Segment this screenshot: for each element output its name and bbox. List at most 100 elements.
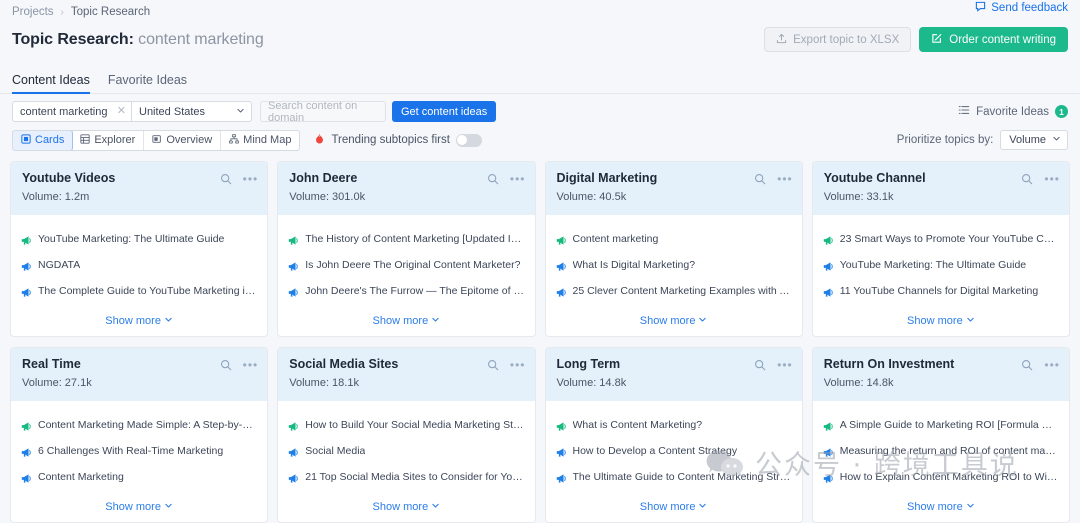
topic-card-5[interactable]: Social Media Sites Volume: 18.1k ••• How… (277, 347, 536, 523)
topic-idea-item[interactable]: What is Content Marketing? (556, 419, 792, 437)
topic-idea-item[interactable]: YouTube Marketing: The Ultimate Guide (823, 259, 1059, 277)
topic-idea-text: 23 Smart Ways to Promote Your YouTube Ch… (839, 233, 1059, 245)
breadcrumb-separator: › (60, 6, 64, 18)
topic-card-volume: Volume: 1.2m (22, 191, 90, 203)
more-options-icon[interactable]: ••• (510, 359, 526, 371)
topic-idea-item[interactable]: 6 Challenges With Real-Time Marketing (21, 445, 257, 463)
topic-card-body: What is Content Marketing? How to Develop… (546, 401, 802, 522)
topic-card-3[interactable]: Youtube Channel Volume: 33.1k ••• 23 Sma… (811, 161, 1070, 337)
clear-keyword-icon[interactable]: ✕ (117, 106, 126, 117)
topic-card-0[interactable]: Youtube Videos Volume: 1.2m ••• YouTube … (10, 161, 269, 337)
megaphone-icon (823, 236, 833, 245)
more-options-icon[interactable]: ••• (243, 359, 259, 371)
topic-card-1[interactable]: John Deere Volume: 301.0k ••• The Histor… (277, 161, 536, 337)
keyword-input[interactable]: content marketing ✕ (12, 101, 132, 122)
filter-bar: content marketing ✕ United States Search… (0, 94, 1080, 124)
show-more-button[interactable]: Show more (21, 501, 257, 522)
explorer-icon (80, 133, 90, 147)
list-icon (958, 104, 970, 119)
search-icon[interactable] (487, 359, 499, 371)
show-more-button[interactable]: Show more (556, 315, 792, 336)
megaphone-icon (21, 474, 31, 483)
prioritize-select[interactable]: Volume (1000, 130, 1068, 150)
topic-card-header: Youtube Videos Volume: 1.2m ••• (11, 162, 268, 215)
send-feedback-link[interactable]: Send feedback (975, 1, 1068, 15)
topic-card-tools: ••• (1021, 359, 1060, 371)
topic-idea-item[interactable]: The Ultimate Guide to Content Marketing … (556, 471, 792, 489)
more-options-icon[interactable]: ••• (777, 359, 793, 371)
megaphone-icon (823, 262, 833, 271)
view-mode-mind-map[interactable]: Mind Map (221, 131, 299, 150)
topic-idea-item[interactable]: A Simple Guide to Marketing ROI [Formula… (823, 419, 1059, 437)
topic-idea-item[interactable]: Measuring the return and ROI of content … (823, 445, 1059, 463)
more-options-icon[interactable]: ••• (1044, 173, 1060, 185)
search-icon[interactable] (487, 173, 499, 185)
show-more-label: Show more (372, 501, 429, 513)
order-content-writing-button[interactable]: Order content writing (919, 27, 1068, 52)
megaphone-icon (288, 445, 299, 463)
trending-subtopics-toggle[interactable] (455, 133, 482, 147)
domain-search-input[interactable]: Search content on domain (260, 100, 386, 124)
show-more-button[interactable]: Show more (288, 315, 524, 336)
more-options-icon[interactable]: ••• (243, 173, 259, 185)
tab-favorite-ideas[interactable]: Favorite Ideas (108, 73, 187, 93)
more-options-icon[interactable]: ••• (777, 173, 793, 185)
show-more-button[interactable]: Show more (823, 501, 1059, 522)
topic-idea-item[interactable]: The History of Content Marketing [Update… (288, 233, 525, 251)
topic-idea-item[interactable]: 23 Smart Ways to Promote Your YouTube Ch… (823, 233, 1059, 251)
topic-idea-text: Content Marketing (38, 471, 124, 483)
search-icon[interactable] (1021, 359, 1033, 371)
topic-idea-item[interactable]: How to Explain Content Marketing ROI to … (823, 471, 1059, 489)
view-mode-overview[interactable]: Overview (144, 130, 222, 150)
topic-card-body: Content marketing What Is Digital Marketi… (546, 215, 802, 336)
topic-idea-item[interactable]: 11 YouTube Channels for Digital Marketin… (823, 285, 1059, 303)
mind-map-icon (229, 133, 240, 147)
export-xlsx-button[interactable]: Export topic to XLSX (764, 27, 912, 52)
breadcrumb-current[interactable]: Topic Research (71, 6, 150, 18)
topic-idea-text: What is Content Marketing? (572, 419, 703, 431)
topic-idea-item[interactable]: How to Develop a Content Strategy (556, 445, 792, 463)
show-more-button[interactable]: Show more (823, 315, 1059, 336)
show-more-button[interactable]: Show more (21, 315, 257, 336)
top-bar: Send feedback Projects › Topic Research … (0, 0, 1080, 66)
search-icon[interactable] (754, 173, 766, 185)
get-content-ideas-button[interactable]: Get content ideas (392, 101, 497, 122)
topic-card-7[interactable]: Return On Investment Volume: 14.8k ••• A… (811, 347, 1070, 523)
topic-idea-item[interactable]: The Complete Guide to YouTube Marketing … (21, 285, 257, 303)
topic-idea-text: 25 Clever Content Marketing Examples wit… (572, 285, 792, 297)
topic-idea-item[interactable]: 25 Clever Content Marketing Examples wit… (556, 285, 792, 303)
topic-idea-item[interactable]: YouTube Marketing: The Ultimate Guide (21, 233, 257, 251)
topic-card-4[interactable]: Real Time Volume: 27.1k ••• Content Mark… (10, 347, 269, 523)
topic-idea-item[interactable]: 21 Top Social Media Sites to Consider fo… (288, 471, 525, 489)
country-select[interactable]: United States (132, 101, 252, 122)
topic-idea-item[interactable]: How to Build Your Social Media Marketing… (288, 419, 525, 437)
topic-idea-item[interactable]: Social Media (288, 445, 524, 463)
view-mode-cards[interactable]: Cards (13, 130, 74, 150)
topic-card-header: Long Term Volume: 14.8k ••• (545, 348, 802, 401)
search-icon[interactable] (220, 359, 232, 371)
show-more-button[interactable]: Show more (556, 501, 792, 522)
topic-idea-item[interactable]: What Is Digital Marketing? (556, 259, 792, 277)
megaphone-icon (288, 471, 299, 489)
search-icon[interactable] (220, 173, 232, 185)
topic-card-2[interactable]: Digital Marketing Volume: 40.5k ••• Cont… (544, 161, 803, 337)
tab-content-ideas[interactable]: Content Ideas (12, 73, 90, 94)
megaphone-icon (823, 288, 833, 297)
favorite-ideas-link[interactable]: Favorite Ideas 1 (958, 104, 1068, 119)
topic-card-6[interactable]: Long Term Volume: 14.8k ••• What is Cont… (544, 347, 803, 523)
breadcrumb-projects[interactable]: Projects (12, 6, 54, 18)
show-more-button[interactable]: Show more (288, 501, 524, 522)
view-mode-explorer[interactable]: Explorer (72, 130, 145, 150)
topic-idea-item[interactable]: Content Marketing Made Simple: A Step-by… (21, 419, 257, 437)
more-options-icon[interactable]: ••• (1044, 359, 1060, 371)
search-icon[interactable] (754, 359, 766, 371)
topic-idea-item[interactable]: Content Marketing (21, 471, 257, 489)
topic-idea-item[interactable]: Content marketing (556, 233, 792, 251)
topic-idea-item[interactable]: Is John Deere The Original Content Marke… (288, 259, 524, 277)
topic-idea-item[interactable]: NGDATA (21, 259, 257, 277)
topic-idea-item[interactable]: John Deere's The Furrow — The Epitome of… (288, 285, 525, 303)
more-options-icon[interactable]: ••• (510, 173, 526, 185)
search-icon[interactable] (1021, 173, 1033, 185)
topic-idea-text: How to Build Your Social Media Marketing… (305, 419, 525, 431)
megaphone-icon (823, 285, 834, 303)
